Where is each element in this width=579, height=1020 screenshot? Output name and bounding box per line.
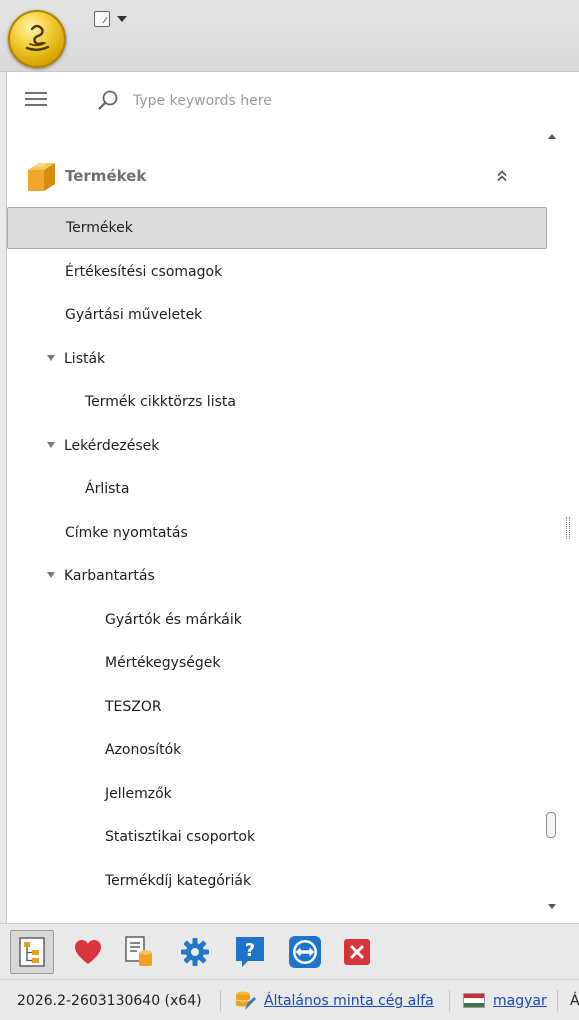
tree-item-label: Árlista	[85, 481, 130, 497]
vertical-scrollbar[interactable]	[540, 124, 564, 919]
app-menu-button[interactable]	[8, 10, 66, 68]
tree-item-label: Címke nyomtatás	[65, 524, 188, 541]
tree-item-label: Termékek	[66, 220, 133, 236]
version-label: 2026.2-2603130640 (x64)	[17, 993, 202, 1009]
tree-item-label: Karbantartás	[64, 568, 155, 584]
title-bar	[0, 0, 579, 72]
status-truncated-text: Á	[570, 993, 579, 1009]
search-icon	[98, 90, 118, 110]
teamviewer-icon	[289, 936, 321, 968]
scroll-thumb[interactable]	[546, 812, 556, 838]
tree-view-button[interactable]	[10, 930, 54, 974]
tree-item[interactable]: Listák	[7, 338, 547, 382]
hungarian-flag-icon	[463, 993, 485, 1008]
close-icon	[344, 939, 370, 965]
favorites-button[interactable]	[66, 930, 110, 974]
tree-item-label: Azonosítók	[105, 742, 182, 758]
tree-item-label: TESZOR	[105, 698, 162, 715]
expand-arrow-icon[interactable]	[47, 354, 55, 361]
scroll-down-arrow-icon[interactable]	[548, 904, 556, 909]
tree-item-label: Értékesítési csomagok	[65, 263, 223, 280]
new-document-icon	[94, 11, 110, 27]
database-icon	[235, 991, 256, 1010]
tree-item[interactable]: Gyártási műveletek	[7, 294, 547, 338]
panel-resize-grip[interactable]	[566, 517, 570, 539]
tree-item[interactable]: Címke nyomtatás	[7, 512, 547, 556]
search-input[interactable]	[133, 89, 433, 113]
tree-item-label: Gyártási műveletek	[65, 307, 203, 323]
dropdown-arrow-icon	[117, 16, 127, 22]
expand-arrow-icon[interactable]	[47, 441, 55, 448]
status-separator	[449, 990, 450, 1012]
svg-text:?: ?	[245, 940, 255, 961]
tree-item-label: Jellemzők	[105, 785, 172, 802]
app-logo-icon	[25, 24, 50, 51]
company-link[interactable]: Általános minta cég alfa	[264, 993, 434, 1009]
tree-item-label: Termékdíj kategóriák	[105, 872, 252, 889]
tree-item[interactable]: Karbantartás	[7, 555, 547, 599]
tree-item-label: Statisztikai csoportok	[105, 829, 256, 845]
group-title: Termékek	[65, 167, 147, 185]
collapse-chevrons-icon[interactable]	[495, 169, 509, 183]
navigation-tree: Termékek Értékesítési csomagok Gyártási mű…	[7, 207, 547, 903]
tree-item[interactable]: Termékdíj kategóriák	[7, 860, 547, 904]
tree-item-label: Termék cikktörzs lista	[85, 394, 236, 410]
tree-item-label: Mértékegységek	[105, 655, 221, 671]
hamburger-menu-icon[interactable]	[25, 92, 47, 106]
tree-item-label: Listák	[64, 350, 106, 367]
gear-icon	[181, 938, 209, 966]
heart-icon	[75, 940, 101, 964]
status-separator	[220, 990, 221, 1012]
status-separator	[557, 990, 558, 1012]
status-bar: 2026.2-2603130640 (x64) Általános minta …	[0, 979, 579, 1020]
tree-item[interactable]: Mértékegységek	[7, 642, 547, 686]
help-icon: ?	[236, 937, 264, 967]
document-database-button[interactable]	[117, 930, 161, 974]
scroll-up-arrow-icon[interactable]	[548, 134, 556, 139]
quick-access-new-document-button[interactable]	[90, 9, 132, 31]
tree-item-label: Lekérdezések	[64, 437, 160, 454]
document-database-icon	[125, 936, 152, 966]
bottom-toolbar: ?	[0, 923, 579, 979]
tree-item[interactable]: Árlista	[7, 468, 547, 512]
product-box-icon	[28, 163, 55, 191]
settings-button[interactable]	[173, 930, 217, 974]
remote-support-button[interactable]	[283, 930, 327, 974]
exit-button[interactable]	[335, 930, 379, 974]
group-header-termekek[interactable]: Termékek	[7, 157, 547, 197]
tree-item[interactable]: Jellemzők	[7, 773, 547, 817]
tree-item[interactable]: Gyártók és márkáik	[7, 599, 547, 643]
tree-item[interactable]: Azonosítók	[7, 729, 547, 773]
tree-item-label: Gyártók és márkáik	[105, 611, 242, 628]
tree-item[interactable]: TESZOR	[7, 686, 547, 730]
tree-item[interactable]: Lekérdezések	[7, 425, 547, 469]
tree-item[interactable]: Értékesítési csomagok	[7, 251, 547, 295]
tree-item[interactable]: Termék cikktörzs lista	[7, 381, 547, 425]
tree-item[interactable]: Termékek	[7, 207, 547, 249]
tree-view-icon	[19, 937, 45, 967]
language-link[interactable]: magyar	[493, 993, 547, 1009]
help-button[interactable]: ?	[228, 930, 272, 974]
tree-item[interactable]: Statisztikai csoportok	[7, 816, 547, 860]
navigation-panel: Termékek Termékek Értékesítési csomagok Gy…	[6, 72, 579, 923]
search-bar	[7, 72, 579, 126]
expand-arrow-icon[interactable]	[47, 572, 55, 578]
